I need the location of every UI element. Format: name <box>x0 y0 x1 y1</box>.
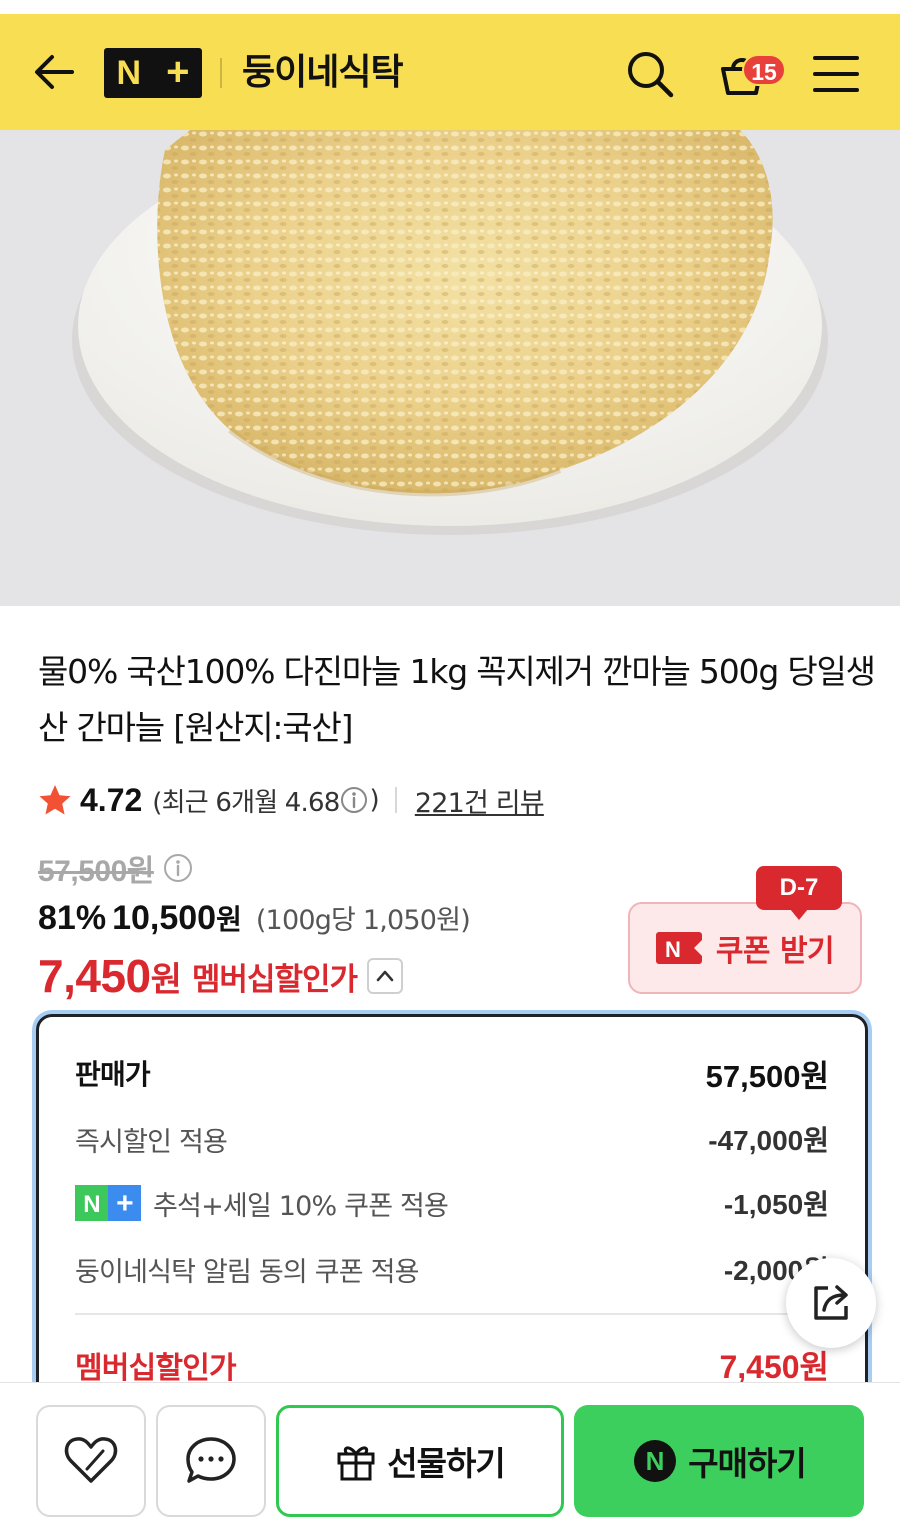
gift-button[interactable]: 선물하기 <box>276 1405 564 1517</box>
gift-button-label: 선물하기 <box>387 1444 505 1483</box>
member-price-unit: 원 <box>150 959 182 1000</box>
coupon-label: 쿠폰 받기 <box>715 934 835 969</box>
badge-plus: + <box>116 1187 133 1220</box>
member-price-label: 멤버십할인가 <box>191 961 358 998</box>
heart-icon <box>64 1437 118 1483</box>
breakdown-row-instant-discount: 즉시할인 적용 -47,000원 <box>75 1117 829 1161</box>
price-breakdown-card: 판매가 57,500원 즉시할인 적용 -47,000원 N + 추석+세일 1… <box>36 1014 868 1414</box>
coupon-icon-letter: N <box>665 937 681 962</box>
breakdown-toggle-button[interactable] <box>367 958 404 994</box>
minced-garlic-bowl-image <box>0 130 900 606</box>
breakdown-total-label: 멤버십할인가 <box>75 1351 237 1386</box>
buy-button-label: 구매하기 <box>688 1444 806 1483</box>
rating-separator <box>394 787 397 813</box>
coupon-download-button[interactable]: N 쿠폰 받기 <box>628 902 862 994</box>
breakdown-row-alarm-coupon: 둥이네식탁 알림 동의 쿠폰 적용 -2,000원 <box>75 1247 829 1291</box>
member-price-row: 7,450 원 멤버십할인가 <box>38 946 404 1006</box>
cart-count-badge: 15 <box>742 54 786 86</box>
back-arrow-icon <box>35 55 74 89</box>
info-icon[interactable] <box>339 785 369 815</box>
breakdown-label-with-badge: N + 추석+세일 10% 쿠폰 적용 <box>75 1184 449 1223</box>
breakdown-row-list-price: 판매가 57,500원 <box>75 1051 829 1095</box>
product-title: 물0% 국산100% 다진마늘 1kg 꼭지제거 깐마늘 500g 당일생산 간… <box>38 652 876 747</box>
breakdown-label: 즉시할인 적용 <box>75 1126 228 1158</box>
sale-price-row: 81% 10,500 원 (100g당 1,050원) <box>38 898 471 944</box>
review-count-link[interactable]: 221건 리뷰 <box>415 781 545 820</box>
gift-icon <box>337 1446 375 1481</box>
talk-button[interactable] <box>156 1405 266 1517</box>
breakdown-divider <box>75 1313 829 1315</box>
share-button[interactable] <box>786 1258 876 1348</box>
search-icon <box>628 52 674 98</box>
share-icon <box>814 1285 848 1320</box>
breakdown-label: 판매가 <box>75 1058 151 1091</box>
unit-price: (100g당 1,050원) <box>255 905 471 936</box>
rating-recent: (최근 6개월 4.68 <box>152 787 340 818</box>
wishlist-button[interactable] <box>36 1405 146 1517</box>
buy-icon-letter: N <box>646 1446 665 1476</box>
top-header: N + 둥이네식탁 15 <box>0 14 900 130</box>
breakdown-label: 추석+세일 10% 쿠폰 적용 <box>153 1190 449 1222</box>
member-price: 7,450 <box>38 950 151 1002</box>
price-info-icon[interactable] <box>162 852 194 884</box>
breakdown-value: -47,000원 <box>708 1125 829 1156</box>
star-icon <box>39 785 71 815</box>
sale-price: 10,500 <box>112 899 217 937</box>
menu-icon <box>813 56 859 92</box>
store-name[interactable]: 둥이네식탁 <box>242 48 404 98</box>
rating-recent-close: ) <box>369 785 379 815</box>
chevron-up-icon <box>376 970 394 982</box>
badge-letter: N <box>83 1191 100 1218</box>
buy-button[interactable]: N 구매하기 <box>574 1405 864 1517</box>
sale-price-unit: 원 <box>216 903 242 936</box>
original-price-row: 57,500원 <box>38 848 194 888</box>
breakdown-row-total: 멤버십할인가 7,450원 <box>75 1343 829 1387</box>
naver-plus-store-logo[interactable]: N + <box>104 48 202 98</box>
breakdown-value: -1,050원 <box>723 1189 829 1220</box>
discount-rate: 81% <box>38 899 107 937</box>
logo-letter: N <box>116 54 142 92</box>
status-strip <box>0 0 900 14</box>
chat-icon <box>186 1437 236 1483</box>
breakdown-value: 57,500원 <box>705 1058 829 1094</box>
breakdown-label: 둥이네식탁 알림 동의 쿠폰 적용 <box>75 1256 419 1288</box>
naver-coupon-icon: N <box>655 932 702 964</box>
original-price: 57,500원 <box>38 855 154 888</box>
dday-badge: D-7 <box>756 866 842 920</box>
search-button[interactable] <box>620 44 680 104</box>
rating-row: 4.72 (최근 6개월 4.68 ) 221건 리뷰 <box>38 778 545 822</box>
logo-plus: + <box>166 49 190 94</box>
naver-plus-badge-icon: N + <box>75 1185 141 1221</box>
header-divider <box>220 58 222 88</box>
back-button[interactable] <box>26 44 82 100</box>
product-image[interactable]: 1/4 <box>0 130 900 606</box>
breakdown-row-chuseok-coupon: N + 추석+세일 10% 쿠폰 적용 -1,050원 <box>75 1181 829 1225</box>
rating-value: 4.72 <box>80 781 143 818</box>
menu-button[interactable] <box>806 44 866 104</box>
naver-pay-icon: N <box>634 1440 677 1482</box>
bottom-action-bar: 선물하기 N 구매하기 <box>0 1382 900 1539</box>
